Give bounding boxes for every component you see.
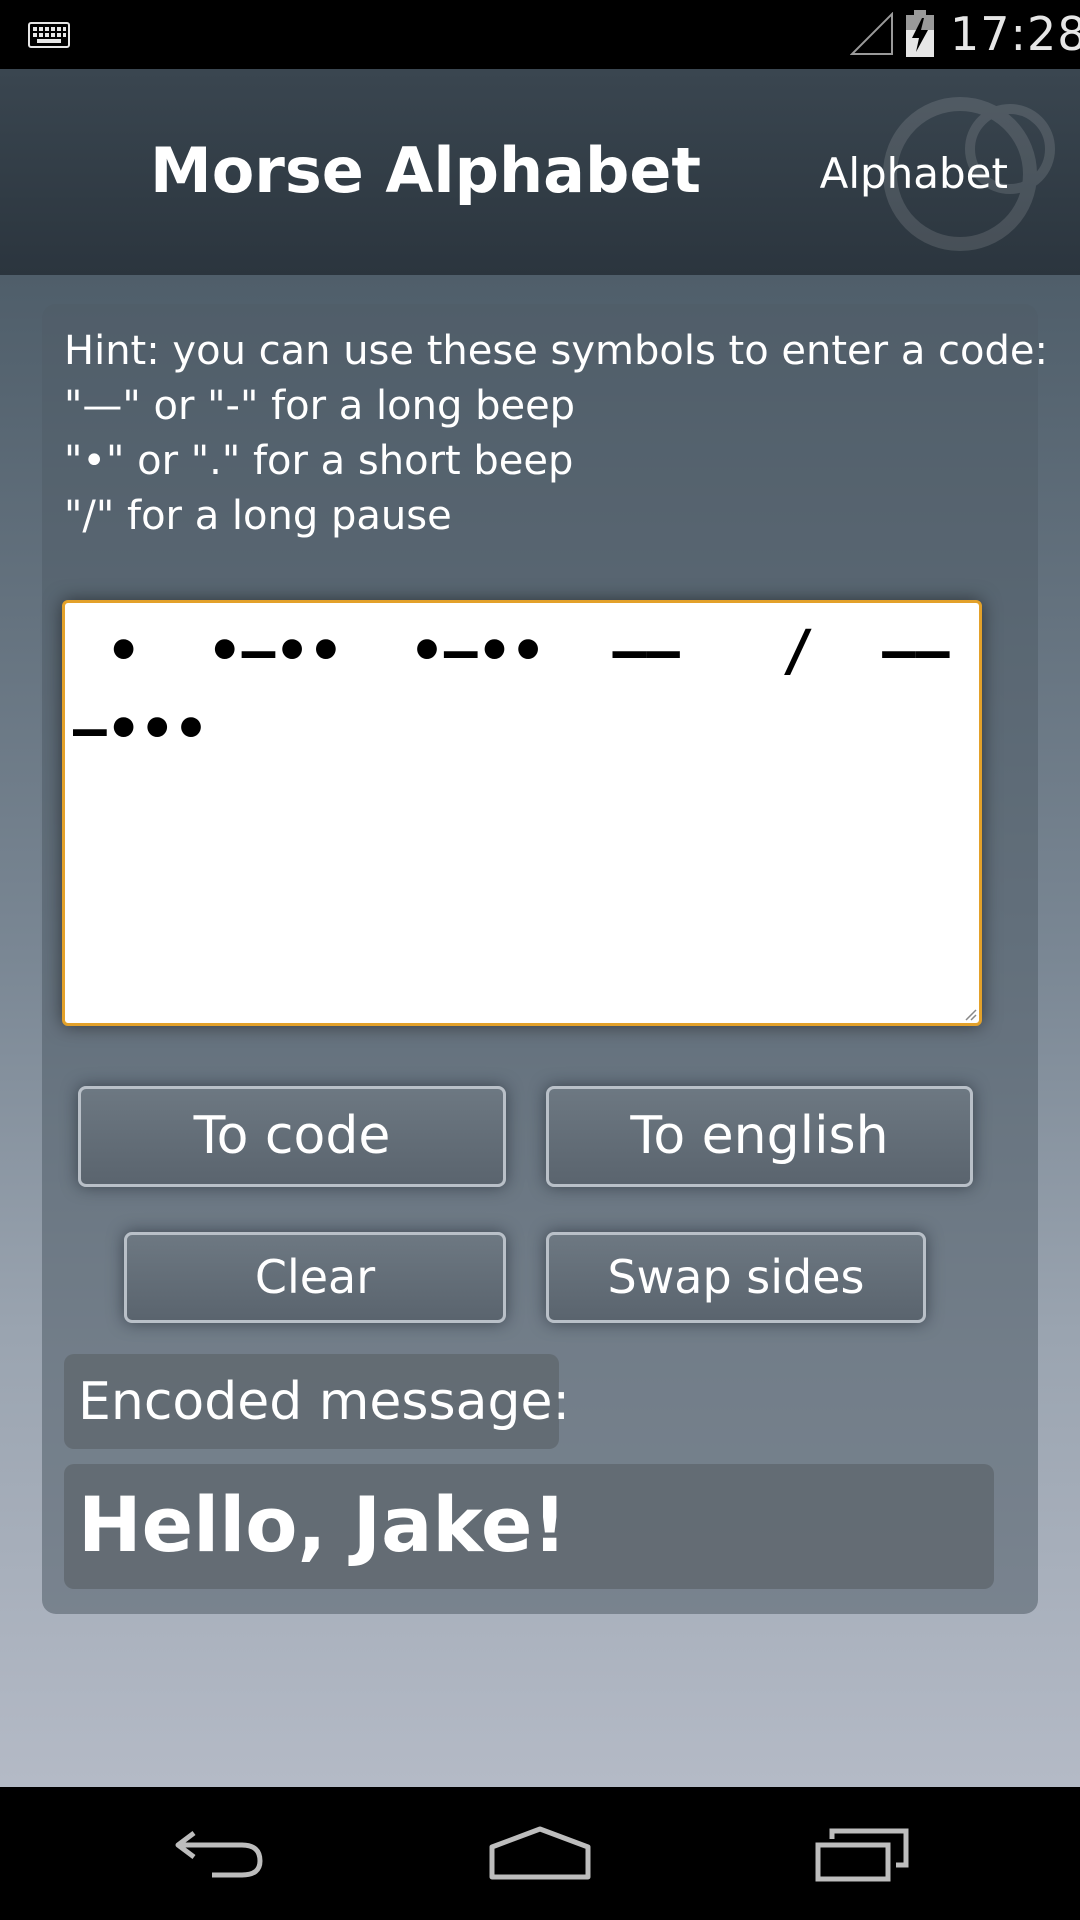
back-icon[interactable] xyxy=(172,1823,268,1883)
morse-code-input[interactable]: • •—•• •—•• —— / —— —••• xyxy=(62,600,982,1026)
action-bar: Morse Alphabet Alphabet xyxy=(0,69,1080,277)
hint-text: Hint: you can use these symbols to enter… xyxy=(64,328,1048,539)
morse-code-text[interactable]: • •—•• •—•• —— / —— —••• xyxy=(73,613,963,769)
recent-apps-icon[interactable] xyxy=(814,1823,910,1883)
decoded-message: Hello, Jake! xyxy=(78,1480,568,1569)
to-code-button[interactable]: To code xyxy=(78,1086,506,1187)
home-icon[interactable] xyxy=(488,1823,592,1883)
signal-icon xyxy=(850,12,893,55)
to-english-button[interactable]: To english xyxy=(546,1086,973,1187)
alphabet-menu-button[interactable]: Alphabet xyxy=(820,149,1008,199)
keyboard-icon xyxy=(28,22,70,48)
resize-grip-icon xyxy=(965,1009,977,1021)
battery-charging-icon xyxy=(906,10,934,57)
navigation-bar xyxy=(0,1787,1080,1920)
encoded-message-label: Encoded message: xyxy=(78,1372,570,1432)
status-bar: 17:28 xyxy=(0,0,1080,69)
screen: 17:28 Morse Alphabet Alphabet Hint: you … xyxy=(0,0,1080,1920)
page-title: Morse Alphabet xyxy=(150,134,702,207)
status-time: 17:28 xyxy=(950,7,1080,61)
swap-sides-button[interactable]: Swap sides xyxy=(546,1232,926,1323)
clear-button[interactable]: Clear xyxy=(124,1232,506,1323)
